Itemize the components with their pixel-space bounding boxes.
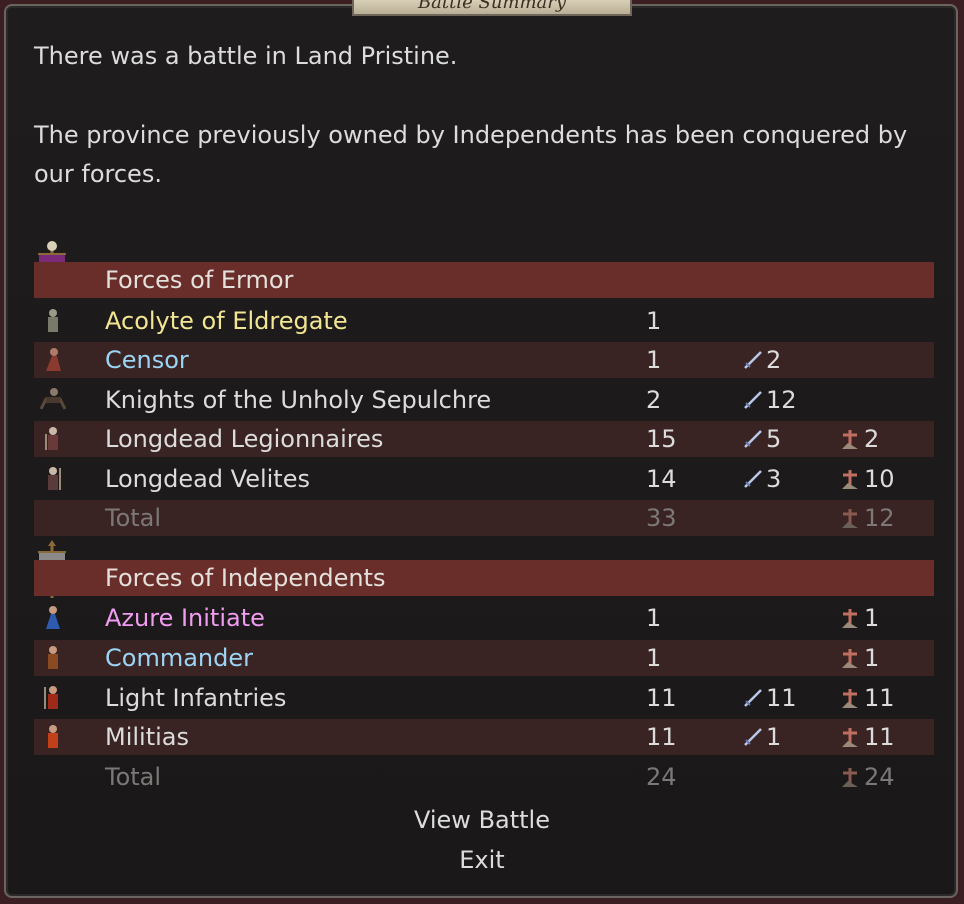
total-label: Total bbox=[105, 504, 162, 532]
total-losses: 24 bbox=[840, 759, 895, 795]
kills-value: 1 bbox=[766, 723, 782, 751]
total-row: Total 24 24 bbox=[34, 759, 934, 795]
unit-kills: 3 bbox=[742, 461, 781, 497]
azure-initiate-unit-icon bbox=[46, 606, 60, 629]
grave-marker-icon bbox=[842, 509, 858, 528]
censor-unit-icon bbox=[46, 348, 61, 371]
exit-label[interactable]: Exit bbox=[453, 844, 510, 876]
unit-kills: 1 bbox=[742, 719, 781, 755]
sword-icon bbox=[744, 351, 762, 369]
sword-icon bbox=[744, 689, 762, 707]
unit-kills: 12 bbox=[742, 382, 797, 418]
unit-losses: 1 bbox=[840, 640, 879, 676]
sword-icon bbox=[744, 391, 762, 409]
unit-losses: 11 bbox=[840, 719, 895, 755]
losses-value: 1 bbox=[864, 604, 880, 632]
independents-forces-header: Forces of Independents bbox=[34, 560, 934, 596]
unit-name: Longdead Velites bbox=[105, 465, 310, 493]
unit-name: Commander bbox=[105, 644, 253, 672]
unit-losses: 11 bbox=[840, 680, 895, 716]
unit-kills: 5 bbox=[742, 421, 781, 457]
militia-unit-icon bbox=[48, 725, 58, 748]
exit-button[interactable]: Exit bbox=[0, 846, 964, 874]
knight-unit-icon bbox=[39, 388, 67, 410]
grave-marker-icon bbox=[842, 768, 858, 787]
grave-marker-icon bbox=[842, 430, 858, 449]
unit-row[interactable]: Militias 11 1 11 bbox=[34, 719, 934, 755]
grave-marker-icon bbox=[842, 689, 858, 708]
light-infantry-unit-icon bbox=[44, 686, 58, 709]
unit-losses: 2 bbox=[840, 421, 879, 457]
view-battle-label[interactable]: View Battle bbox=[408, 804, 556, 836]
kills-value: 12 bbox=[766, 386, 797, 414]
unit-name: Light Infantries bbox=[105, 684, 287, 712]
grave-marker-icon bbox=[842, 470, 858, 489]
unit-count: 1 bbox=[646, 307, 662, 335]
window-title-plate: Battle Summary bbox=[352, 0, 632, 16]
losses-value: 1 bbox=[864, 644, 880, 672]
kills-value: 3 bbox=[766, 465, 782, 493]
unit-name: Censor bbox=[105, 346, 189, 374]
unit-count: 1 bbox=[646, 604, 662, 632]
unit-count: 2 bbox=[646, 386, 662, 414]
unit-losses: 1 bbox=[840, 600, 879, 636]
unit-kills: 11 bbox=[742, 680, 797, 716]
grave-marker-icon bbox=[842, 609, 858, 628]
total-row: Total 33 12 bbox=[34, 500, 934, 536]
sword-icon bbox=[744, 728, 762, 746]
unit-count: 15 bbox=[646, 425, 677, 453]
unit-row[interactable]: Acolyte of Eldregate 1 bbox=[34, 303, 934, 339]
unit-row[interactable]: Knights of the Unholy Sepulchre 2 12 bbox=[34, 382, 934, 418]
total-losses: 12 bbox=[840, 500, 895, 536]
battle-message: There was a battle in Land Pristine. bbox=[34, 42, 458, 70]
kills-value: 11 bbox=[766, 684, 797, 712]
unit-count: 1 bbox=[646, 644, 662, 672]
unit-row[interactable]: Light Infantries 11 11 11 bbox=[34, 680, 934, 716]
unit-row[interactable]: Censor 1 2 bbox=[34, 342, 934, 378]
unit-row[interactable]: Commander 1 1 bbox=[34, 640, 934, 676]
kills-value: 2 bbox=[766, 346, 782, 374]
total-count: 24 bbox=[646, 763, 677, 791]
losses-value: 12 bbox=[864, 504, 895, 532]
unit-name: Knights of the Unholy Sepulchre bbox=[105, 386, 492, 414]
losses-value: 2 bbox=[864, 425, 880, 453]
ermor-forces-header: Forces of Ermor bbox=[34, 262, 934, 298]
unit-row[interactable]: Longdead Velites 14 3 10 bbox=[34, 461, 934, 497]
unit-losses: 10 bbox=[840, 461, 895, 497]
kills-value: 5 bbox=[766, 425, 782, 453]
losses-value: 10 bbox=[864, 465, 895, 493]
unit-count: 11 bbox=[646, 684, 677, 712]
unit-row[interactable]: Longdead Legionnaires 15 5 2 bbox=[34, 421, 934, 457]
grave-marker-icon bbox=[842, 649, 858, 668]
longdead-velite-unit-icon bbox=[48, 467, 61, 490]
view-battle-button[interactable]: View Battle bbox=[0, 806, 964, 834]
losses-value: 11 bbox=[864, 723, 895, 751]
grave-marker-icon bbox=[842, 728, 858, 747]
losses-value: 11 bbox=[864, 684, 895, 712]
total-count: 33 bbox=[646, 504, 677, 532]
conquest-message: The province previously owned by Indepen… bbox=[34, 121, 908, 188]
unit-count: 11 bbox=[646, 723, 677, 751]
acolyte-unit-icon bbox=[48, 309, 58, 332]
unit-count: 1 bbox=[646, 346, 662, 374]
unit-count: 14 bbox=[646, 465, 677, 493]
sword-icon bbox=[744, 470, 762, 488]
sword-icon bbox=[744, 430, 762, 448]
losses-value: 24 bbox=[864, 763, 895, 791]
total-label: Total bbox=[105, 763, 162, 791]
longdead-legionnaire-unit-icon bbox=[45, 427, 58, 450]
unit-name: Militias bbox=[105, 723, 189, 751]
unit-row[interactable]: Azure Initiate 1 1 bbox=[34, 600, 934, 636]
unit-name: Acolyte of Eldregate bbox=[105, 307, 348, 335]
unit-kills: 2 bbox=[742, 342, 781, 378]
window-title: Battle Summary bbox=[417, 0, 567, 13]
unit-name: Longdead Legionnaires bbox=[105, 425, 384, 453]
unit-name: Azure Initiate bbox=[105, 604, 265, 632]
commander-unit-icon bbox=[48, 646, 58, 669]
